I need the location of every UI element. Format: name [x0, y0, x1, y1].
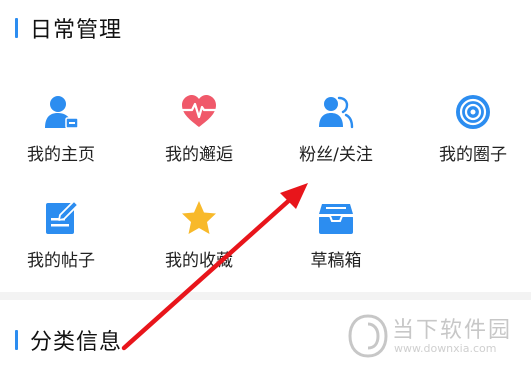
grid-item-label: 我的帖子: [27, 251, 95, 271]
grid-item-label: 我的主页: [27, 145, 95, 165]
watermark: 当下软件园 www.downxia.com: [348, 312, 523, 362]
section-title-category: 分类信息: [30, 330, 123, 355]
watermark-url: www.downxia.com: [394, 342, 497, 355]
grid-item-my-posts[interactable]: 我的帖子: [1, 200, 121, 280]
heartbeat-icon: [181, 95, 217, 127]
daily-management-page: 日常管理 我的主页 我的邂逅 粉丝/关注 我的圈子 我的帖子 我的收藏 草稿箱 …: [0, 0, 531, 378]
grid-item-drafts[interactable]: 草稿箱: [276, 200, 396, 280]
drafts-tray-icon: [319, 204, 353, 234]
edit-post-icon: [46, 200, 79, 234]
section-accent-bar: [15, 18, 18, 38]
grid-item-fans-follow[interactable]: 粉丝/关注: [276, 94, 396, 174]
watermark-logo-icon: [348, 314, 388, 358]
section-title-daily: 日常管理: [30, 18, 123, 43]
star-icon: [182, 201, 216, 234]
grid-item-my-homepage[interactable]: 我的主页: [1, 94, 121, 174]
grid-item-label: 草稿箱: [310, 251, 362, 271]
user-card-icon: [45, 96, 79, 129]
grid-item-my-favorites[interactable]: 我的收藏: [139, 200, 259, 280]
followers-icon: [319, 96, 354, 129]
circle-target-icon: [456, 95, 490, 129]
section-divider: [0, 292, 531, 300]
grid-item-label: 我的收藏: [165, 251, 233, 271]
section-accent-bar: [15, 330, 18, 350]
watermark-name: 当下软件园: [392, 318, 513, 343]
grid-item-label: 我的邂逅: [165, 145, 233, 165]
section-header-daily: 日常管理: [0, 8, 531, 48]
grid-item-label: 我的圈子: [439, 145, 507, 165]
grid-item-my-circles[interactable]: 我的圈子: [413, 94, 531, 174]
grid-item-label: 粉丝/关注: [299, 145, 373, 165]
grid-item-my-encounters[interactable]: 我的邂逅: [139, 94, 259, 174]
